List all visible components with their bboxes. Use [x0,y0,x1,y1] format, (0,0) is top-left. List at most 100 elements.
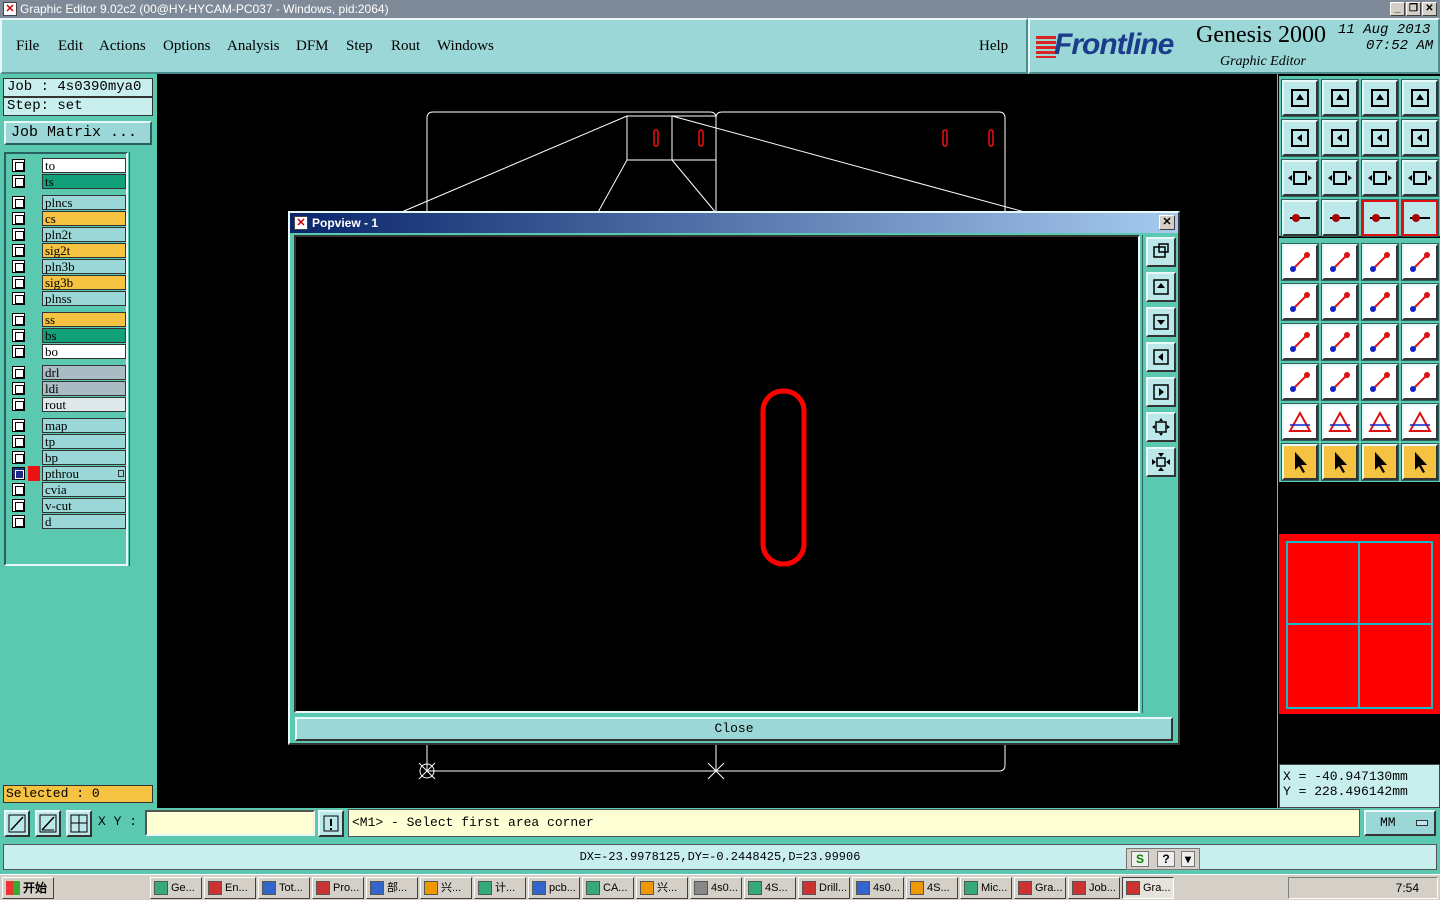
flip-view-icon[interactable] [1361,119,1399,157]
pointer-rotate-icon[interactable] [1361,443,1399,481]
layer-name[interactable]: d [42,514,126,529]
layer-checkbox[interactable] [12,435,25,448]
layer-name[interactable]: map [42,418,126,433]
menu-dfm[interactable]: DFM [296,38,329,55]
layer-name[interactable]: v-cut [42,498,126,513]
layer-checkbox[interactable] [12,467,25,480]
grid-tool-icon[interactable] [66,810,92,837]
fill-pad-icon[interactable] [1401,243,1439,281]
menu-options[interactable]: Options [163,38,211,55]
popview-pan-right-icon[interactable] [1146,377,1176,407]
menu-rout[interactable]: Rout [391,38,420,55]
popview-zoom-out-icon[interactable] [1146,447,1176,477]
layer-checkbox[interactable] [12,260,25,273]
taskbar-task[interactable]: 兴... [636,877,688,899]
layer-name[interactable]: rout [42,397,126,412]
layer-checkbox[interactable] [12,419,25,432]
popview-title-bar[interactable]: ✕ Popview - 1 ✕ [290,213,1178,233]
menu-windows[interactable]: Windows [437,38,494,55]
layer-row-bp[interactable]: bp [8,450,126,465]
layer-row-tp[interactable]: tp [8,434,126,449]
layer-checkbox[interactable] [12,398,25,411]
ruler-icon[interactable] [1361,243,1399,281]
taskbar-task[interactable]: Tot... [258,877,310,899]
menu-analysis[interactable]: Analysis [227,38,280,55]
layer-list-scrollbar[interactable] [129,152,154,566]
popview-pan-up-icon[interactable] [1146,272,1176,302]
popview-tool-1[interactable] [1146,237,1176,267]
popview-zoom-in-icon[interactable] [1146,412,1176,442]
net-select-icon[interactable] [1281,283,1319,321]
zoom-one-to-one-icon[interactable] [1361,159,1399,197]
measure-tool-icon[interactable] [35,810,61,837]
cut-line-icon[interactable] [1321,363,1359,401]
layer-checkbox[interactable] [12,244,25,257]
layer-name[interactable]: tp [42,434,126,449]
taskbar-task[interactable]: 兴... [420,877,472,899]
layer-name[interactable]: cs [42,211,126,226]
pan-down-icon[interactable] [1321,79,1359,117]
pointer-icon[interactable] [1281,443,1319,481]
layer-row-pln3b[interactable]: pln3b [8,259,126,274]
info-icon[interactable] [318,810,344,837]
layer-checkbox[interactable] [12,228,25,241]
pan-left-icon[interactable] [1281,119,1319,157]
taskbar-task[interactable]: Gra... [1122,877,1174,899]
snap-off-icon[interactable] [1401,199,1439,237]
query-icon[interactable] [1401,159,1439,197]
surface-icon[interactable] [1401,363,1439,401]
home-icon[interactable] [1361,79,1399,117]
layer-row-sig3b[interactable]: sig3b [8,275,126,290]
layer-row-ts[interactable]: ts [8,174,126,189]
menu-edit[interactable]: Edit [58,38,83,55]
triangle-delete-icon[interactable] [1401,403,1439,441]
layer-checkbox[interactable] [12,499,25,512]
layer-name[interactable]: bs [42,328,126,343]
layer-checkbox[interactable] [12,366,25,379]
select-feature-icon[interactable] [1281,243,1319,281]
zoom-home-icon[interactable] [1281,79,1319,117]
layer-checkbox[interactable] [12,451,25,464]
layer-checkbox[interactable] [12,515,25,528]
units-select[interactable]: MM [1364,810,1436,836]
layer-checkbox[interactable] [12,212,25,225]
overview-minimap[interactable] [1279,534,1440,714]
job-matrix-button[interactable]: Job Matrix ... [4,121,152,145]
taskbar-task[interactable]: 4s0... [690,877,742,899]
taskbar-task[interactable]: Gra... [1014,877,1066,899]
line-draw-icon[interactable] [1321,323,1359,361]
triangle-move-icon[interactable] [1361,403,1399,441]
layer-name[interactable]: sig2t [42,243,126,258]
layer-row-bs[interactable]: bs [8,328,126,343]
delete-feature-icon[interactable] [1321,283,1359,321]
menu-file[interactable]: File [16,38,39,55]
taskbar-task[interactable]: 部... [366,877,418,899]
redraw-icon[interactable] [1401,119,1439,157]
layer-name[interactable]: bo [42,344,126,359]
taskbar-task[interactable]: 4S... [906,877,958,899]
arc-draw-icon[interactable] [1361,323,1399,361]
maximize-button[interactable]: ❐ [1406,2,1421,16]
pad-icon[interactable] [1321,199,1359,237]
layer-name[interactable]: pln3b [42,259,126,274]
popview-close-button[interactable]: Close [295,717,1173,741]
snap-tool-icon[interactable] [4,810,30,837]
layer-checkbox[interactable] [12,382,25,395]
ime-s-icon[interactable]: S [1131,851,1149,867]
layer-name[interactable]: ss [42,312,126,327]
layer-checkbox[interactable] [12,196,25,209]
zoom-out-icon[interactable] [1321,159,1359,197]
layer-row-plnss[interactable]: plnss [8,291,126,306]
layer-row-cvia[interactable]: cvia [8,482,126,497]
layer-checkbox[interactable] [12,483,25,496]
triangle-edit-icon[interactable] [1321,403,1359,441]
text-feature-icon[interactable] [1401,323,1439,361]
layer-checkbox[interactable] [12,276,25,289]
layer-row-drl[interactable]: drl [8,365,126,380]
cross-select-icon[interactable] [1321,243,1359,281]
taskbar-task[interactable]: Ge... [150,877,202,899]
copy-point-icon[interactable] [1401,283,1439,321]
layer-checkbox[interactable] [12,345,25,358]
ime-help-icon[interactable]: ? [1157,851,1175,867]
add-pad-icon[interactable] [1281,363,1319,401]
